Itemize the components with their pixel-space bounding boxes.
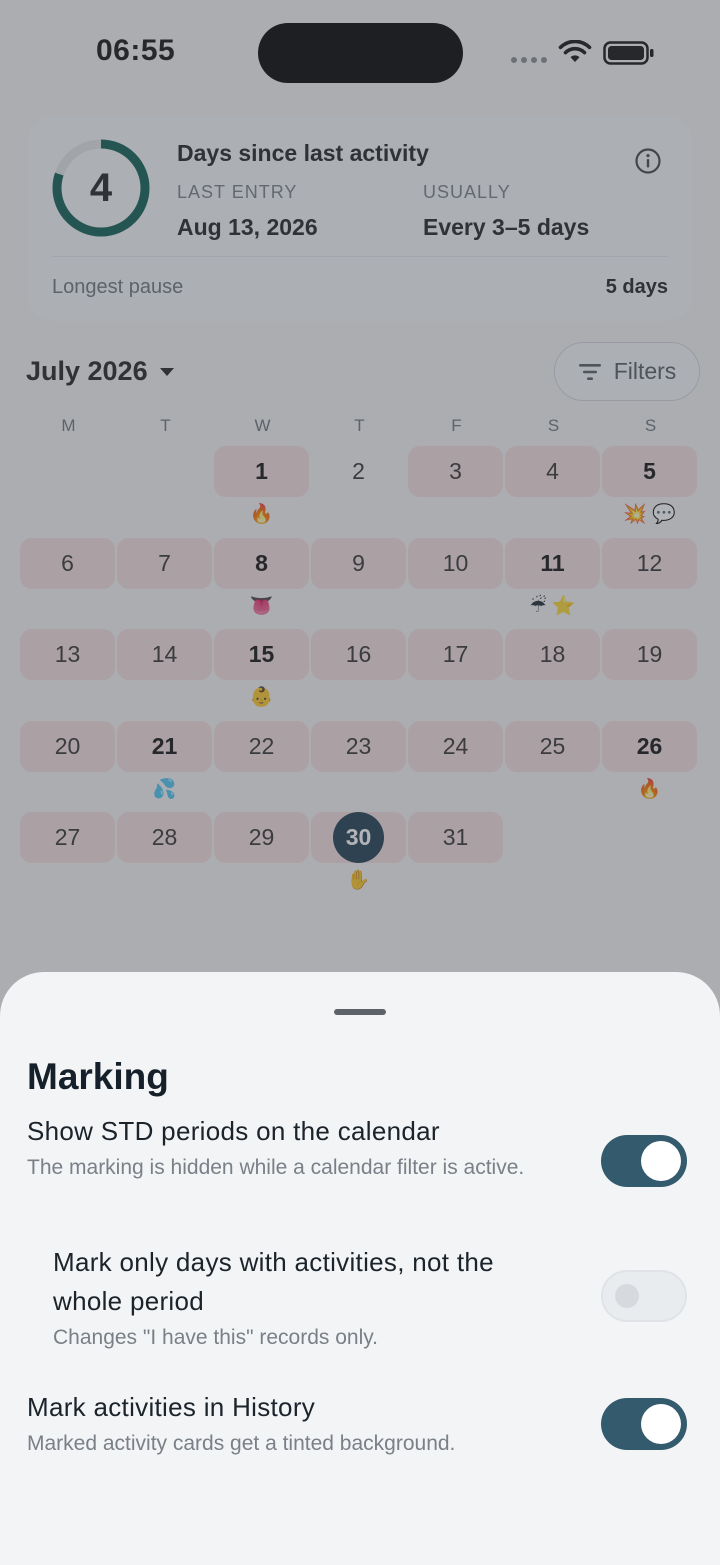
sheet-title: Marking (27, 1056, 169, 1097)
setting-show-std-periods: Show STD periods on the calendar The mar… (27, 1112, 567, 1184)
toggle-mark-only-days[interactable] (601, 1270, 687, 1322)
toggle-mark-history[interactable] (601, 1398, 687, 1450)
setting-title: Mark activities in History (27, 1392, 316, 1422)
setting-mark-only-days: Mark only days with activities, not the … (53, 1243, 568, 1354)
setting-title: Mark only days with activities, not the … (53, 1247, 494, 1316)
sheet-drag-handle[interactable] (334, 1009, 386, 1015)
setting-subtitle: Changes "I have this" records only. (53, 1326, 379, 1349)
toggle-show-std-periods[interactable] (601, 1135, 687, 1187)
marking-bottom-sheet: Marking Show STD periods on the calendar… (0, 972, 720, 1565)
setting-subtitle: Marked activity cards get a tinted backg… (27, 1432, 456, 1455)
setting-title: Show STD periods on the calendar (27, 1116, 440, 1146)
setting-subtitle: The marking is hidden while a calendar f… (27, 1156, 525, 1179)
setting-mark-history: Mark activities in History Marked activi… (27, 1388, 587, 1460)
